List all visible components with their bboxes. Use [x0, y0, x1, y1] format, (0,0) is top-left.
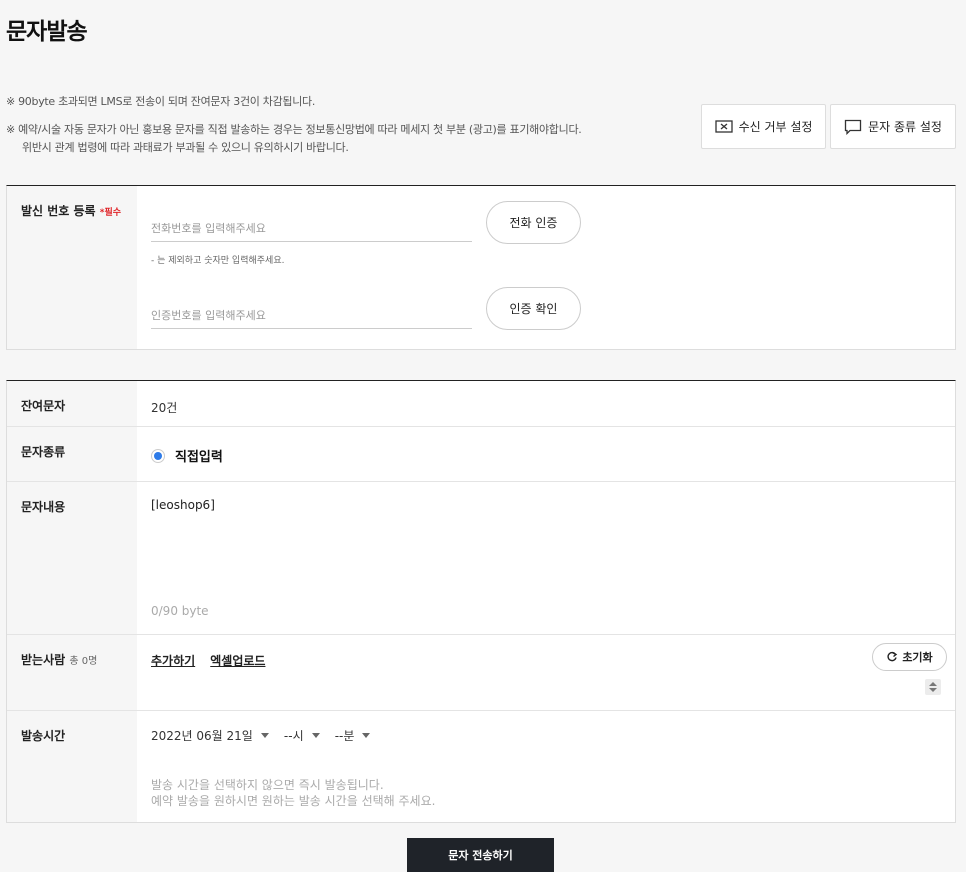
recipients-label: 받는사람	[21, 653, 66, 667]
sender-registration-header: 발신 번호 등록 *필수	[7, 186, 137, 349]
message-type-settings-label: 문자 종류 설정	[868, 120, 942, 134]
phone-verify-button[interactable]: 전화 인증	[486, 201, 581, 244]
message-type-settings-button[interactable]: 문자 종류 설정	[830, 104, 956, 149]
hour-value: --시	[283, 729, 304, 743]
recipients-count: 총 0명	[69, 656, 98, 667]
notice-advertising-line1: ※ 예약/시술 자동 문자가 아닌 홍보용 문자를 직접 발송하는 경우는 정보…	[6, 123, 582, 136]
send-time-help-line1: 발송 시간을 선택하지 않으면 즉시 발송됩니다.	[151, 778, 384, 792]
hour-select[interactable]: --시	[284, 727, 320, 744]
byte-counter: 0/90 byte	[151, 604, 209, 618]
message-type-row: 문자종류 직접입력	[7, 426, 955, 481]
phone-number-input[interactable]: 전화번호를 입력해주세요	[151, 212, 472, 242]
recipient-spinner[interactable]	[925, 679, 941, 695]
message-form-box: 잔여문자 20건 문자종류 직접입력 문자내용 [leoshop6] 0/90 …	[6, 380, 956, 823]
reject-message-icon	[714, 119, 733, 133]
send-time-label: 발송시간	[7, 711, 137, 822]
excel-upload-link[interactable]: 엑셀업로드	[210, 654, 265, 668]
spinner-up-icon	[929, 682, 937, 686]
reject-settings-button[interactable]: 수신 거부 설정	[701, 104, 826, 149]
notice-lms: ※ 90byte 초과되면 LMS로 전송이 되며 잔여문자 3건이 차감됩니다…	[6, 95, 316, 108]
chat-bubble-icon	[844, 119, 862, 135]
spinner-down-icon	[929, 688, 937, 692]
sender-registration-box: 발신 번호 등록 *필수 전화번호를 입력해주세요 전화 인증 - 는 제외하고…	[6, 185, 956, 350]
message-content-label: 문자내용	[7, 482, 137, 634]
reset-label: 초기화	[902, 651, 933, 664]
required-mark: *필수	[99, 208, 122, 218]
notice-advertising: ※ 예약/시술 자동 문자가 아닌 홍보용 문자를 직접 발송하는 경우는 정보…	[6, 121, 582, 157]
date-value: 2022년 06월 21일	[151, 729, 253, 743]
recipients-header: 받는사람 총 0명	[7, 635, 137, 710]
chevron-down-icon	[311, 733, 320, 738]
direct-input-label: 직접입력	[175, 450, 223, 465]
verify-confirm-button[interactable]: 인증 확인	[486, 287, 581, 330]
send-time-row: 발송시간 2022년 06월 21일 --시 --분 발송 시간을 선택하지 않…	[7, 710, 955, 822]
direct-input-radio[interactable]: 직접입력	[151, 446, 955, 465]
refresh-icon	[887, 651, 898, 662]
date-select[interactable]: 2022년 06월 21일	[151, 727, 269, 744]
sender-registration-label: 발신 번호 등록	[21, 204, 96, 218]
remaining-row: 잔여문자 20건	[7, 381, 955, 426]
recipients-row: 받는사람 총 0명 추가하기 엑셀업로드 초기화	[7, 634, 955, 710]
remaining-value: 20건	[151, 401, 178, 415]
remaining-label: 잔여문자	[7, 381, 137, 426]
message-content-text: [leoshop6]	[151, 498, 215, 512]
verification-code-input[interactable]: 인증번호를 입력해주세요	[151, 299, 472, 329]
message-content-textarea[interactable]: [leoshop6] 0/90 byte	[137, 482, 955, 634]
phone-input-hint: - 는 제외하고 숫자만 입력해주세요.	[151, 256, 285, 266]
send-time-help: 발송 시간을 선택하지 않으면 즉시 발송됩니다. 예약 발송을 원하시면 원하…	[151, 777, 435, 809]
message-type-label: 문자종류	[7, 427, 137, 481]
radio-selected-icon	[151, 448, 165, 463]
message-content-row: 문자내용 [leoshop6] 0/90 byte	[7, 481, 955, 634]
reject-settings-label: 수신 거부 설정	[738, 120, 813, 134]
minute-value: --분	[334, 729, 355, 743]
minute-select[interactable]: --분	[335, 727, 371, 744]
send-time-help-line2: 예약 발송을 원하시면 원하는 발송 시간을 선택해 주세요.	[151, 794, 436, 808]
send-message-button[interactable]: 문자 전송하기	[407, 838, 554, 872]
reset-button[interactable]: 초기화	[872, 643, 947, 671]
add-recipient-link[interactable]: 추가하기	[151, 654, 195, 668]
notice-advertising-line2: 위반시 관계 법령에 따라 과태료가 부과될 수 있으니 유의하시기 바랍니다.	[22, 141, 349, 154]
chevron-down-icon	[260, 733, 269, 738]
page-title: 문자발송	[6, 19, 88, 45]
chevron-down-icon	[362, 733, 371, 738]
sender-registration-row: 발신 번호 등록 *필수 전화번호를 입력해주세요 전화 인증 - 는 제외하고…	[7, 186, 955, 349]
